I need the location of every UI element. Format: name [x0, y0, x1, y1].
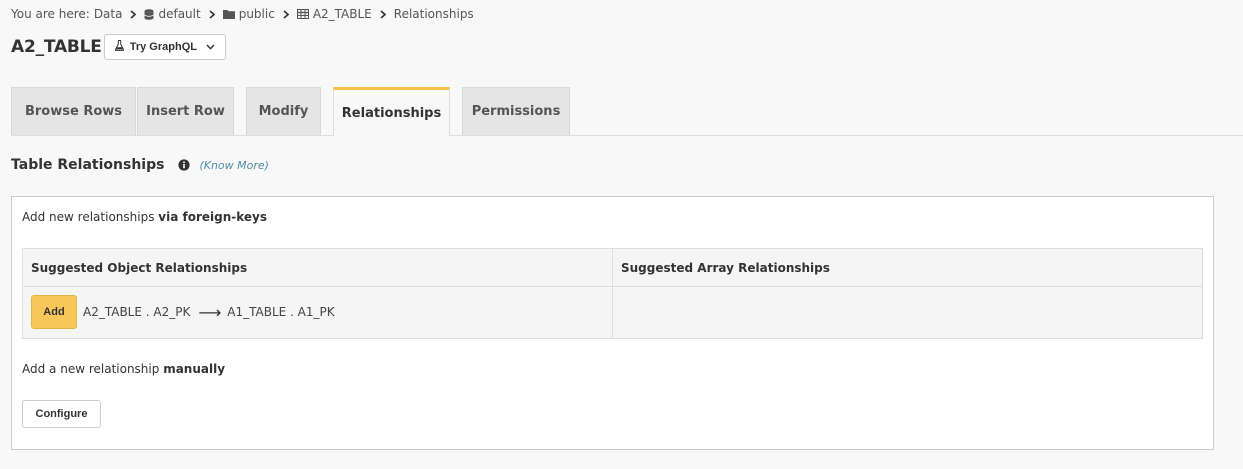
tab-bar: Browse Rows Insert Row Modify Relationsh…	[11, 87, 1243, 136]
foreign-keys-intro: Add new relationships via foreign-keys	[22, 210, 267, 224]
tab-insert-row[interactable]: Insert Row	[137, 87, 234, 135]
relationship-from: A2_TABLE . A2_PK	[83, 305, 191, 319]
breadcrumb: You are here: Data default public A2_TAB…	[11, 7, 474, 21]
folder-icon	[222, 9, 235, 19]
tab-permissions[interactable]: Permissions	[462, 87, 570, 135]
breadcrumb-public[interactable]: public	[222, 7, 275, 21]
manual-intro: Add a new relationship manually	[22, 362, 226, 376]
chevron-right-icon	[283, 9, 289, 19]
chevron-right-icon	[380, 9, 386, 19]
configure-button[interactable]: Configure	[22, 400, 101, 428]
column-header-object: Suggested Object Relationships	[23, 249, 613, 287]
column-header-array: Suggested Array Relationships	[613, 249, 1202, 287]
chevron-right-icon	[209, 9, 215, 19]
page-title: A2_TABLE	[11, 37, 102, 57]
breadcrumb-table[interactable]: A2_TABLE	[296, 7, 372, 21]
try-graphql-label: Try GraphQL	[129, 41, 197, 53]
breadcrumb-data[interactable]: Data	[94, 7, 123, 21]
breadcrumb-default[interactable]: default	[144, 7, 201, 21]
chevron-right-icon	[130, 9, 137, 19]
arrow-right-icon: ⟶	[198, 302, 222, 322]
tab-browse-rows[interactable]: Browse Rows	[11, 87, 136, 135]
tab-relationships[interactable]: Relationships	[333, 87, 450, 136]
breadcrumb-prefix: You are here:	[11, 7, 90, 21]
title-row: A2_TABLE Try GraphQL	[11, 34, 226, 60]
add-relationship-button[interactable]: Add	[31, 295, 77, 329]
suggested-relationships-table: Suggested Object Relationships Suggested…	[22, 248, 1203, 339]
flask-icon	[114, 40, 124, 54]
object-suggestion-row: Add A2_TABLE . A2_PK ⟶ A1_TABLE . A1_PK	[31, 295, 335, 329]
table-icon	[296, 9, 309, 19]
section-header: Table Relationships (Know More)	[11, 157, 269, 173]
relationships-panel: Add new relationships via foreign-keys S…	[11, 196, 1214, 450]
database-icon	[144, 8, 155, 20]
tab-modify[interactable]: Modify	[246, 87, 321, 135]
know-more-link[interactable]: (Know More)	[199, 159, 269, 172]
chevron-down-icon	[206, 41, 215, 53]
column-divider	[612, 249, 613, 338]
section-title: Table Relationships	[11, 157, 165, 173]
relationship-to: A1_TABLE . A1_PK	[227, 305, 335, 319]
info-icon[interactable]	[178, 159, 191, 171]
breadcrumb-relationships: Relationships	[393, 7, 474, 21]
try-graphql-button[interactable]: Try GraphQL	[103, 34, 226, 60]
